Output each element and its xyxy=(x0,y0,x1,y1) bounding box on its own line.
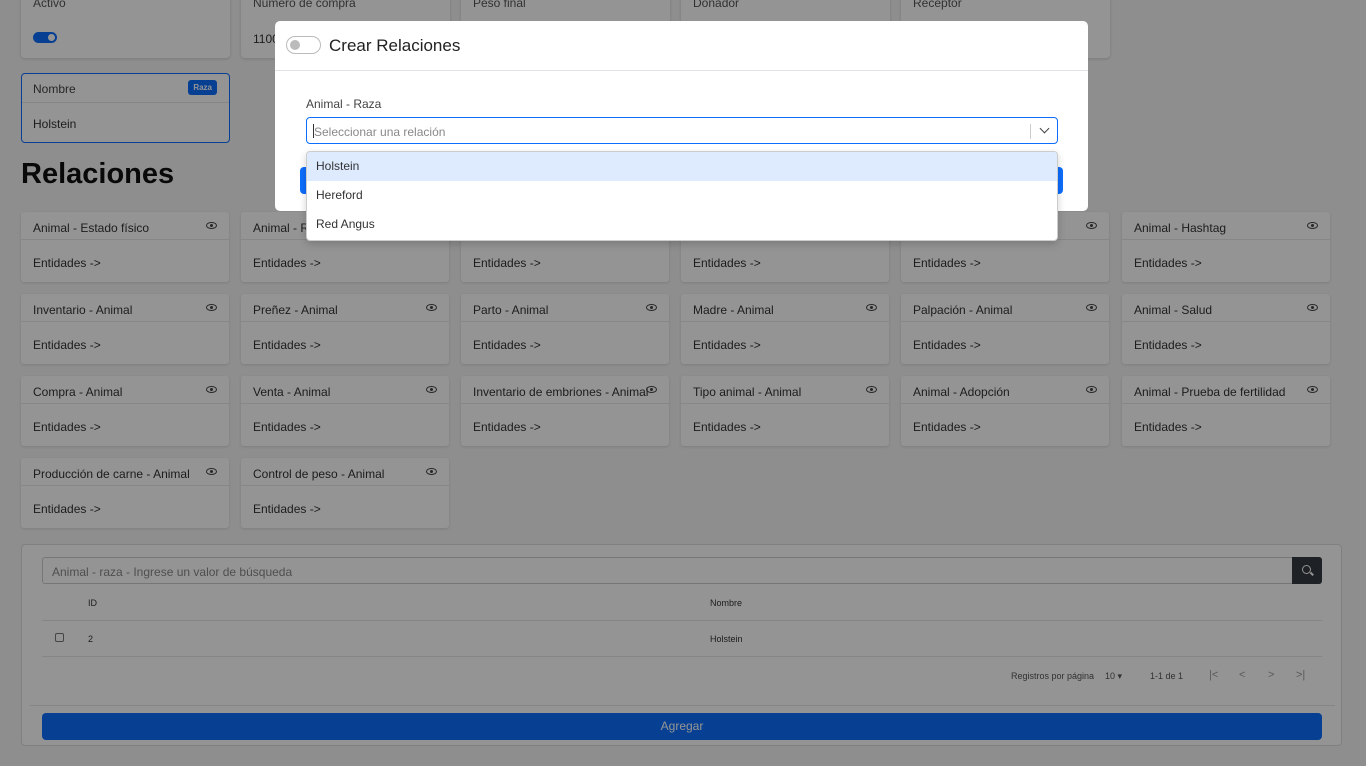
option-hereford[interactable]: Hereford xyxy=(307,181,1057,210)
modal-title: Crear Relaciones xyxy=(329,36,461,55)
chevron-down-icon[interactable] xyxy=(1039,123,1050,134)
relation-select[interactable]: Seleccionar una relación xyxy=(306,117,1058,144)
field-label: Animal - Raza xyxy=(306,97,382,111)
option-red-angus[interactable]: Red Angus xyxy=(307,210,1057,239)
relation-options-menu: Holstein Hereford Red Angus xyxy=(306,151,1058,241)
modal-toggle[interactable] xyxy=(286,36,321,54)
option-holstein[interactable]: Holstein xyxy=(307,152,1057,181)
select-separator xyxy=(1030,124,1031,139)
modal-header: Crear Relaciones xyxy=(275,21,1088,71)
select-placeholder: Seleccionar una relación xyxy=(314,125,446,139)
